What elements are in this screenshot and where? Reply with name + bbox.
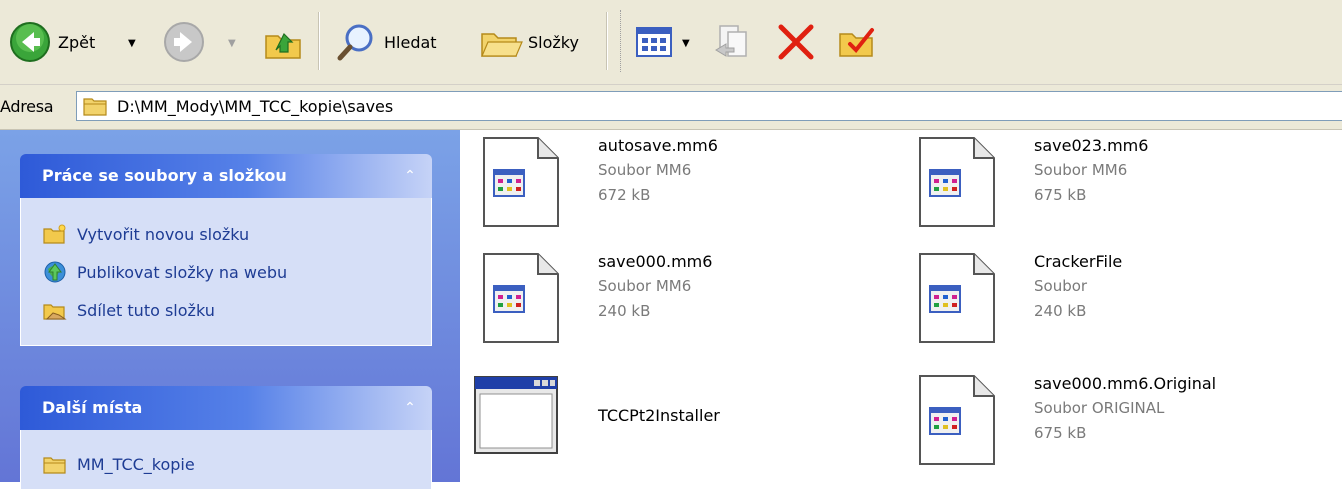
folder-icon: [83, 98, 107, 116]
up-folder-icon: [265, 32, 301, 59]
address-bar: Adresa D:\MM_Mody\MM_TCC_kopie\saves: [0, 85, 1342, 130]
views-dropdown-icon[interactable]: ▼: [682, 38, 690, 49]
folder-options-button[interactable]: [836, 18, 880, 66]
file-size: 675 kB: [1034, 424, 1087, 442]
other-places-panel: MM_TCC_kopie: [20, 430, 432, 490]
file-name: save000.mm6.Original: [1034, 374, 1217, 393]
file-type: Soubor: [1034, 277, 1088, 295]
folders-icon: [481, 33, 523, 57]
document-icon: [483, 253, 559, 343]
forward-button[interactable]: [162, 18, 206, 66]
back-button[interactable]: Zpět: [8, 18, 95, 66]
file-size: 672 kB: [598, 186, 651, 204]
application-icon: [474, 376, 558, 454]
task-pane: Práce se soubory a složkou ⌃ Vytvořit no…: [0, 130, 460, 490]
address-label: Adresa: [0, 97, 54, 116]
file-tasks-header[interactable]: Práce se soubory a složkou ⌃: [20, 154, 432, 198]
views-button[interactable]: [634, 18, 674, 66]
file-name: TCCPt2Installer: [598, 406, 720, 425]
file-type: Soubor MM6: [1034, 161, 1128, 179]
task-new-folder[interactable]: Vytvořit novou složku: [43, 220, 249, 248]
other-places-title: Další místa: [42, 398, 143, 417]
delete-icon: [778, 24, 814, 60]
other-places-header[interactable]: Další místa ⌃: [20, 386, 432, 430]
publish-web-icon: [43, 260, 67, 284]
new-folder-icon: [43, 222, 67, 246]
toolbar-separator: [318, 12, 320, 70]
toolbar-separator: [606, 12, 608, 70]
file-item[interactable]: CrackerFile Soubor 240 kB: [916, 252, 1316, 352]
file-item[interactable]: autosave.mm6 Soubor MM6 672 kB: [480, 136, 880, 236]
file-item[interactable]: TCCPt2Installer: [472, 374, 872, 474]
file-type: Soubor MM6: [598, 277, 692, 295]
file-tasks-panel: Vytvořit novou složku Publikovat složky …: [20, 198, 432, 346]
back-label: Zpět: [58, 32, 96, 52]
file-name: CrackerFile: [1034, 252, 1123, 271]
folder-icon: [43, 452, 67, 476]
up-folder-button[interactable]: [262, 18, 306, 66]
file-name: autosave.mm6: [598, 136, 718, 155]
address-input[interactable]: D:\MM_Mody\MM_TCC_kopie\saves: [76, 91, 1342, 121]
file-item[interactable]: save000.mm6.Original Soubor ORIGINAL 675…: [916, 374, 1336, 474]
move-to-button[interactable]: [710, 18, 754, 66]
document-icon: [483, 137, 559, 227]
file-type: Soubor ORIGINAL: [1034, 399, 1165, 417]
task-share-folder[interactable]: Sdílet tuto složku: [43, 296, 215, 324]
place-mm-tcc-kopie[interactable]: MM_TCC_kopie: [43, 450, 195, 478]
search-label: Hledat: [384, 32, 437, 52]
document-icon: [919, 375, 995, 465]
chevron-up-icon[interactable]: ⌃: [400, 398, 420, 418]
share-folder-icon: [43, 298, 67, 322]
toolbar: Zpět ▼ ▼ Hledat Složky ▼: [0, 0, 1342, 85]
search-icon: [337, 24, 373, 61]
back-arrow-icon: [10, 22, 50, 62]
back-dropdown-icon[interactable]: ▼: [128, 38, 136, 49]
task-publish-web[interactable]: Publikovat složky na webu: [43, 258, 287, 286]
document-icon: [919, 137, 995, 227]
address-path: D:\MM_Mody\MM_TCC_kopie\saves: [117, 96, 394, 116]
file-size: 240 kB: [1034, 302, 1087, 320]
move-to-icon: [715, 25, 747, 57]
file-size: 675 kB: [1034, 186, 1087, 204]
file-name: save000.mm6: [598, 252, 713, 271]
file-item[interactable]: save023.mm6 Soubor MM6 675 kB: [916, 136, 1316, 236]
folder-checkmark-icon: [839, 28, 874, 57]
folders-label: Složky: [528, 32, 579, 52]
folders-button[interactable]: Složky: [480, 18, 579, 66]
delete-button[interactable]: [774, 18, 818, 66]
chevron-up-icon[interactable]: ⌃: [400, 166, 420, 186]
file-item[interactable]: save000.mm6 Soubor MM6 240 kB: [480, 252, 880, 352]
toolbar-grip[interactable]: [620, 10, 624, 72]
forward-arrow-icon: [164, 22, 204, 62]
views-icon: [636, 27, 672, 57]
file-name: save023.mm6: [1034, 136, 1149, 155]
forward-dropdown-icon[interactable]: ▼: [228, 38, 236, 49]
file-type: Soubor MM6: [598, 161, 692, 179]
document-icon: [919, 253, 995, 343]
place-label: MM_TCC_kopie: [77, 454, 195, 474]
task-label: Publikovat složky na webu: [77, 262, 288, 282]
file-size: 240 kB: [598, 302, 651, 320]
file-tasks-title: Práce se soubory a složkou: [42, 166, 287, 185]
task-label: Sdílet tuto složku: [77, 300, 215, 320]
task-label: Vytvořit novou složku: [77, 224, 250, 244]
search-button[interactable]: Hledat: [334, 18, 437, 66]
file-list: autosave.mm6 Soubor MM6 672 kB save023.m…: [460, 130, 1342, 482]
